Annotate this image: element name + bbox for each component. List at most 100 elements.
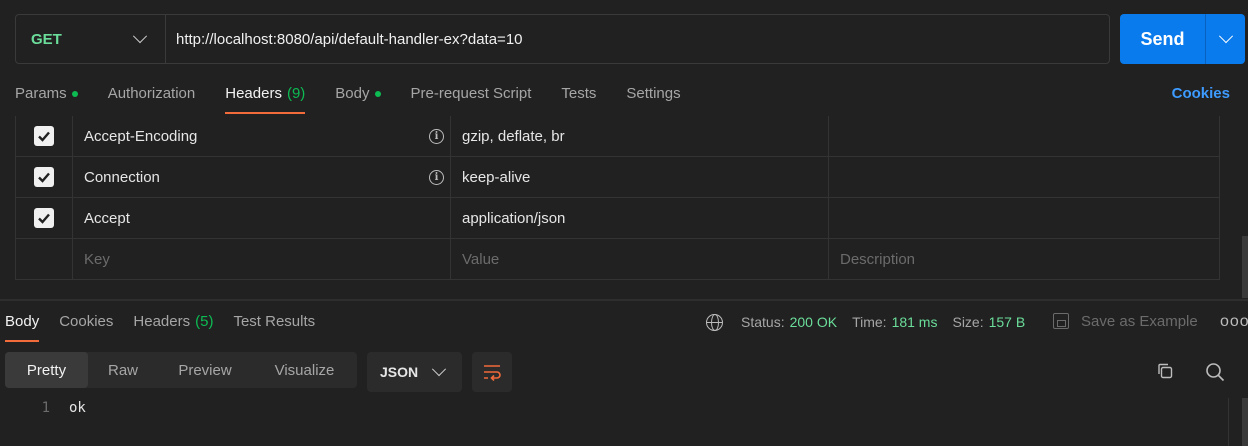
table-row: Accept-Encoding i gzip, deflate, br (16, 116, 1219, 157)
header-description-cell[interactable] (829, 198, 1219, 238)
header-value-cell[interactable]: application/json (451, 198, 829, 238)
search-icon[interactable] (1205, 362, 1225, 382)
url-bar: GET (15, 14, 1110, 64)
tab-authorization[interactable]: Authorization (108, 84, 196, 114)
info-icon[interactable]: i (429, 128, 444, 144)
format-label: JSON (380, 364, 419, 380)
headers-scrollbar[interactable] (1242, 236, 1248, 298)
check-icon (38, 131, 50, 142)
tab-tests[interactable]: Tests (561, 84, 596, 114)
tab-label: Test Results (233, 313, 316, 330)
tab-label: Body (335, 85, 370, 102)
tab-label: Body (5, 313, 40, 330)
pane-divider[interactable] (0, 299, 1248, 301)
url-input[interactable] (166, 15, 1109, 63)
header-value: application/json (462, 209, 566, 227)
time-value[interactable]: 181 ms (892, 314, 938, 330)
headers-table: Accept-Encoding i gzip, deflate, br Conne… (15, 116, 1220, 280)
tab-label: Cookies (59, 313, 114, 330)
size-value[interactable]: 157 B (989, 314, 1026, 330)
method-select[interactable]: GET (16, 15, 166, 63)
tab-label: Params (15, 85, 67, 102)
code-line: ok (69, 400, 86, 416)
editor-scrollbar[interactable] (1242, 398, 1248, 446)
view-visualize[interactable]: Visualize (252, 352, 357, 388)
view-preview[interactable]: Preview (158, 352, 252, 388)
header-description-cell[interactable] (829, 116, 1219, 156)
request-tabs: Params Authorization Headers (9) Body Pre… (15, 84, 711, 114)
view-raw[interactable]: Raw (88, 352, 158, 388)
tab-response-cookies[interactable]: Cookies (59, 312, 113, 342)
tab-settings[interactable]: Settings (626, 84, 680, 114)
size-label: Size: (952, 314, 984, 330)
line-number: 1 (41, 400, 50, 416)
check-icon (38, 213, 50, 224)
table-row-empty: Key Value Description (16, 239, 1219, 280)
copy-icon[interactable] (1156, 362, 1174, 380)
checkbox-cell (16, 116, 73, 156)
info-icon[interactable]: i (429, 169, 444, 185)
checkbox-cell (16, 239, 73, 279)
header-value-cell[interactable]: keep-alive (451, 157, 829, 197)
chevron-down-icon (431, 362, 447, 377)
tab-label: Authorization (107, 85, 196, 102)
description-placeholder: Description (840, 250, 916, 268)
check-icon (38, 172, 50, 183)
save-as-example-button[interactable]: Save as Example (1053, 310, 1198, 332)
tab-count: (5) (195, 313, 214, 330)
header-checkbox[interactable] (34, 126, 54, 146)
tab-headers[interactable]: Headers (9) (225, 84, 306, 114)
active-dot-icon (71, 91, 78, 97)
header-checkbox[interactable] (34, 167, 54, 187)
response-meta: Status: 200 OK Time: 181 ms Size: 157 B (706, 312, 1040, 332)
new-key-input[interactable]: Key (73, 239, 451, 279)
view-mode-selector: Pretty Raw Preview Visualize (5, 352, 357, 388)
cookies-link[interactable]: Cookies (1172, 84, 1230, 104)
header-key-cell[interactable]: Connection i (73, 157, 451, 197)
wrap-lines-icon (484, 365, 501, 381)
header-key-cell[interactable]: Accept-Encoding i (73, 116, 451, 156)
method-label: GET (31, 30, 62, 48)
tab-label: Headers (133, 313, 191, 330)
header-description-cell[interactable] (829, 157, 1219, 197)
status-label: Status: (741, 314, 785, 330)
header-value: keep-alive (462, 168, 531, 186)
tab-label: Tests (561, 85, 597, 102)
checkbox-cell (16, 198, 73, 238)
editor-scrollbar-track (1228, 398, 1248, 446)
wrap-lines-button[interactable] (472, 352, 512, 392)
tab-label: Settings (626, 85, 681, 102)
tab-response-body[interactable]: Body (5, 312, 40, 342)
header-value-cell[interactable]: gzip, deflate, br (451, 116, 829, 156)
globe-icon[interactable] (706, 313, 723, 331)
view-pretty[interactable]: Pretty (5, 352, 88, 388)
header-checkbox[interactable] (34, 208, 54, 228)
header-key-cell[interactable]: Accept (73, 198, 451, 238)
new-description-input[interactable]: Description (829, 239, 1219, 279)
value-placeholder: Value (462, 250, 500, 268)
format-select[interactable]: JSON (367, 352, 462, 392)
tab-response-headers[interactable]: Headers (5) (133, 312, 213, 342)
new-value-input[interactable]: Value (451, 239, 829, 279)
more-options-icon[interactable]: ooo (1220, 312, 1248, 332)
tab-body[interactable]: Body (335, 84, 381, 114)
key-placeholder: Key (84, 250, 110, 268)
response-tabs: Body Cookies Headers (5) Test Results (5, 312, 335, 342)
save-as-example-label: Save as Example (1081, 312, 1198, 330)
send-options-button[interactable] (1206, 29, 1245, 44)
tab-pre-request-script[interactable]: Pre-request Script (411, 84, 532, 114)
chevron-down-icon (132, 29, 148, 44)
header-key: Connection (84, 168, 160, 186)
save-icon (1053, 313, 1069, 329)
tab-label: Headers (225, 85, 282, 102)
response-body-editor[interactable]: 1 ok (0, 398, 1228, 446)
tab-test-results[interactable]: Test Results (233, 312, 315, 342)
status-value[interactable]: 200 OK (790, 314, 837, 330)
checkbox-cell (16, 157, 73, 197)
time-label: Time: (852, 314, 887, 330)
chevron-down-icon (1218, 29, 1233, 44)
tab-params[interactable]: Params (15, 84, 78, 114)
table-row: Accept application/json (16, 198, 1219, 239)
tab-label: Pre-request Script (410, 85, 532, 102)
send-button[interactable]: Send (1120, 14, 1245, 64)
